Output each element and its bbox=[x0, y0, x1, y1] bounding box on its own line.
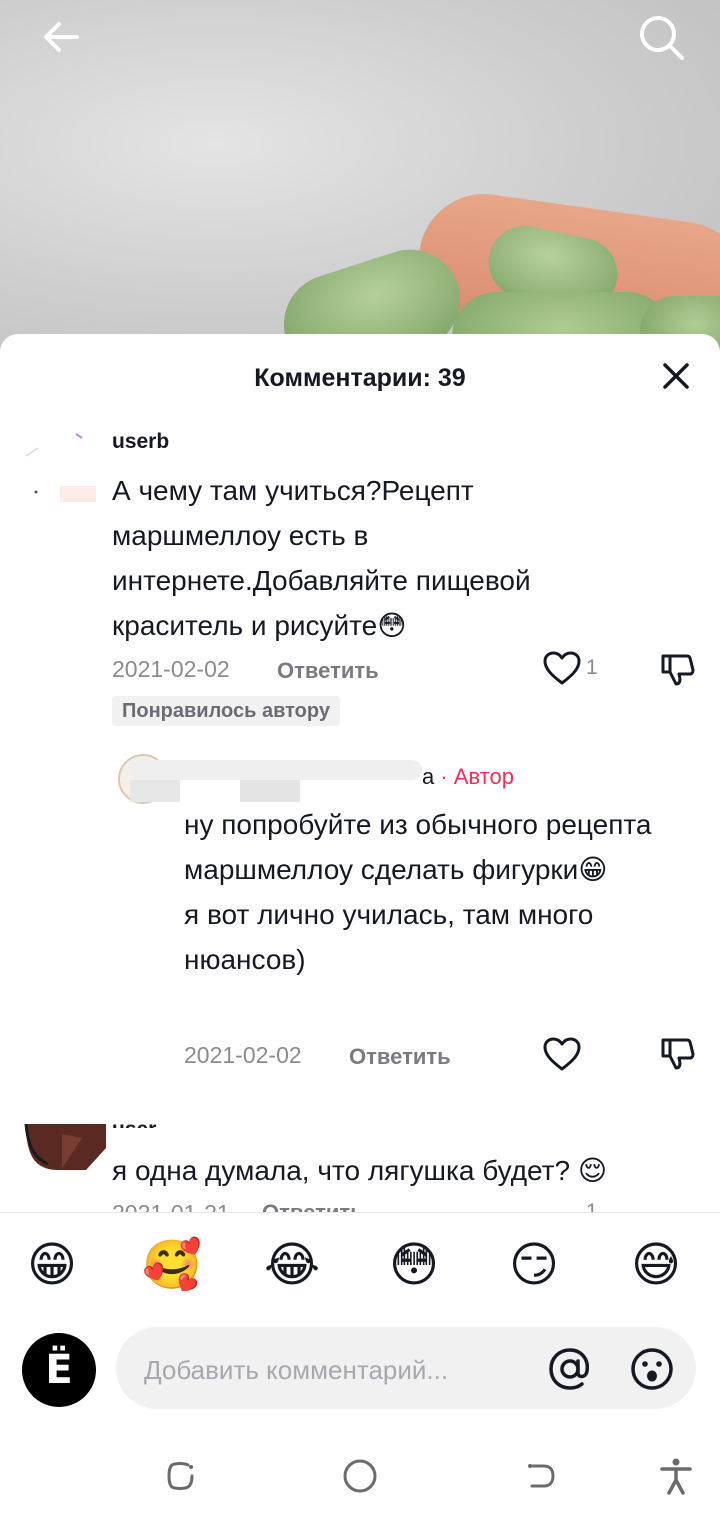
comment-input-placeholder: Добавить комментарий... bbox=[144, 1355, 449, 1385]
like-button[interactable] bbox=[542, 1036, 582, 1072]
avatar[interactable] bbox=[22, 1124, 106, 1182]
recent-apps-button[interactable] bbox=[158, 1454, 202, 1498]
reply-username[interactable]: а · Автор bbox=[422, 764, 514, 790]
dislike-button[interactable] bbox=[660, 1036, 696, 1072]
arrow-left-icon bbox=[44, 22, 79, 52]
user-avatar[interactable]: Ё bbox=[22, 1333, 96, 1407]
like-button[interactable] bbox=[542, 650, 582, 686]
comment-date: 2021-02-02 bbox=[112, 656, 230, 682]
liked-by-author-badge: Понравилось автору bbox=[112, 696, 340, 726]
user-avatar-letter: Ё bbox=[45, 1347, 73, 1393]
home-icon bbox=[343, 1459, 377, 1493]
comment-username[interactable]: user bbox=[112, 1118, 156, 1128]
reply-button[interactable]: Ответить bbox=[349, 1044, 451, 1070]
back-nav-icon bbox=[528, 1464, 555, 1488]
accessibility-icon bbox=[660, 1458, 692, 1495]
search-icon bbox=[640, 16, 684, 60]
emoji-flushed-button[interactable]: 😳 bbox=[384, 1235, 444, 1295]
comment-text: А чему там учиться?Рецепт маршмеллоу ест… bbox=[112, 475, 531, 641]
avatar[interactable] bbox=[22, 426, 98, 522]
thumbs-down-icon bbox=[661, 654, 695, 686]
emoji-smirk-button[interactable]: 😏 bbox=[504, 1235, 564, 1295]
heart-icon bbox=[543, 1037, 581, 1071]
system-nav-bar bbox=[0, 1440, 720, 1510]
comment-text: ну попробуйте из обычного рецепта маршме… bbox=[184, 809, 652, 975]
like-count: 1 bbox=[586, 656, 598, 679]
reply-username-suffix: а bbox=[422, 764, 435, 789]
reply-button[interactable]: Ответить bbox=[277, 658, 379, 684]
recent-apps-icon bbox=[167, 1462, 194, 1490]
username-redaction bbox=[130, 780, 180, 802]
author-tag: · Автор bbox=[434, 764, 514, 789]
mention-button[interactable] bbox=[546, 1345, 594, 1393]
home-button[interactable] bbox=[338, 1454, 382, 1498]
emoji-sweat-smile-button[interactable]: 😅 bbox=[626, 1235, 686, 1295]
at-icon bbox=[549, 1348, 590, 1390]
username-redaction bbox=[240, 780, 300, 802]
comment-date: 2021-02-02 bbox=[184, 1042, 302, 1068]
username-redaction bbox=[130, 760, 422, 780]
video-preview bbox=[0, 0, 720, 360]
dislike-button[interactable] bbox=[660, 652, 696, 688]
emoji-joy-button[interactable]: 😂 bbox=[262, 1235, 322, 1295]
thumbs-down-icon bbox=[661, 1038, 695, 1070]
search-button[interactable] bbox=[636, 12, 686, 62]
heart-icon bbox=[543, 651, 581, 685]
back-nav-button[interactable] bbox=[518, 1454, 562, 1498]
comment-username[interactable]: userb bbox=[112, 430, 169, 454]
comments-title: Комментарии: 39 bbox=[254, 364, 466, 392]
emoji-icon bbox=[631, 1348, 673, 1390]
comment-text: я одна думала, что лягушка будет? 😌 bbox=[112, 1155, 608, 1186]
close-icon bbox=[663, 363, 689, 389]
emoji-picker-button[interactable] bbox=[628, 1345, 676, 1393]
quick-emoji-bar: 😁 🥰 😂 😳 😏 😅 bbox=[0, 1235, 720, 1305]
emoji-grin-button[interactable]: 😁 bbox=[22, 1235, 82, 1295]
comment-input[interactable]: Добавить комментарий... bbox=[116, 1327, 696, 1409]
accessibility-button[interactable] bbox=[654, 1454, 698, 1498]
back-button[interactable] bbox=[36, 12, 86, 62]
close-button[interactable] bbox=[656, 356, 696, 396]
emoji-love-button[interactable]: 🥰 bbox=[142, 1235, 202, 1295]
